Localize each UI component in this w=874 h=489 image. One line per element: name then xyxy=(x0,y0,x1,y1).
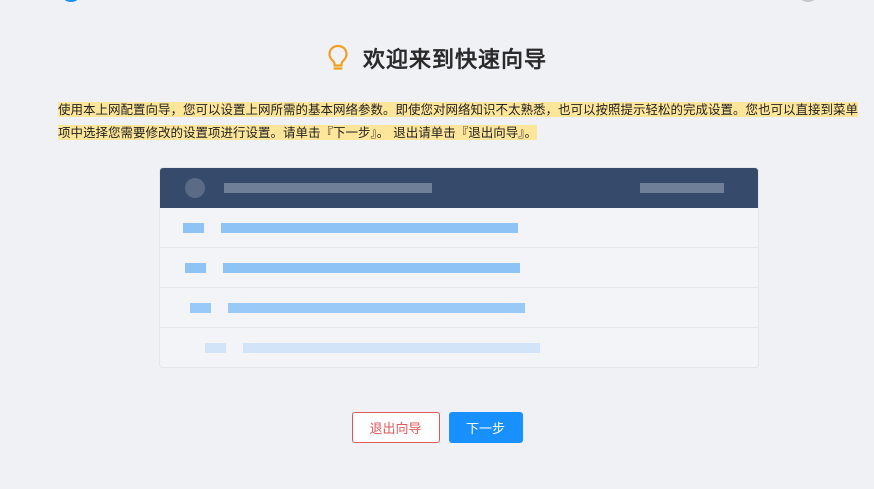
next-step-button[interactable]: 下一步 xyxy=(448,412,523,443)
wizard-header: 欢迎来到快速向导 xyxy=(0,42,874,74)
illustration-row-label xyxy=(205,343,226,353)
illustration-row-value xyxy=(228,303,525,313)
exit-wizard-button[interactable]: 退出向导 xyxy=(351,412,440,443)
page-title: 欢迎来到快速向导 xyxy=(362,48,547,73)
illustration-row-label xyxy=(183,223,204,233)
illustration-header xyxy=(160,168,758,208)
illustration-row-value xyxy=(223,263,520,273)
intro-paragraph: 使用本上网配置向导，您可以设置上网所需的基本网络参数。即使您对网络知识不太熟悉，… xyxy=(58,98,860,144)
step-5-icon xyxy=(797,0,819,2)
illustration-row-label xyxy=(190,303,211,313)
lightbulb-icon xyxy=(328,44,348,70)
illustration-row xyxy=(160,328,758,367)
step-1-icon xyxy=(60,0,82,2)
wizard-actions: 退出向导 下一步 xyxy=(0,412,874,443)
illustration-action-bar xyxy=(640,183,724,193)
illustration-row-label xyxy=(185,263,206,273)
illustration-row xyxy=(160,208,758,248)
illustration-title-bar xyxy=(224,183,432,193)
illustration-row-value xyxy=(243,343,540,353)
illustration-avatar xyxy=(185,178,205,198)
settings-list-illustration xyxy=(159,167,759,368)
wizard-stepper xyxy=(0,0,874,4)
intro-text: 使用本上网配置向导，您可以设置上网所需的基本网络参数。即使您对网络知识不太熟悉，… xyxy=(58,102,859,140)
illustration-row xyxy=(160,248,758,288)
illustration-row xyxy=(160,288,758,328)
illustration-row-value xyxy=(221,223,518,233)
